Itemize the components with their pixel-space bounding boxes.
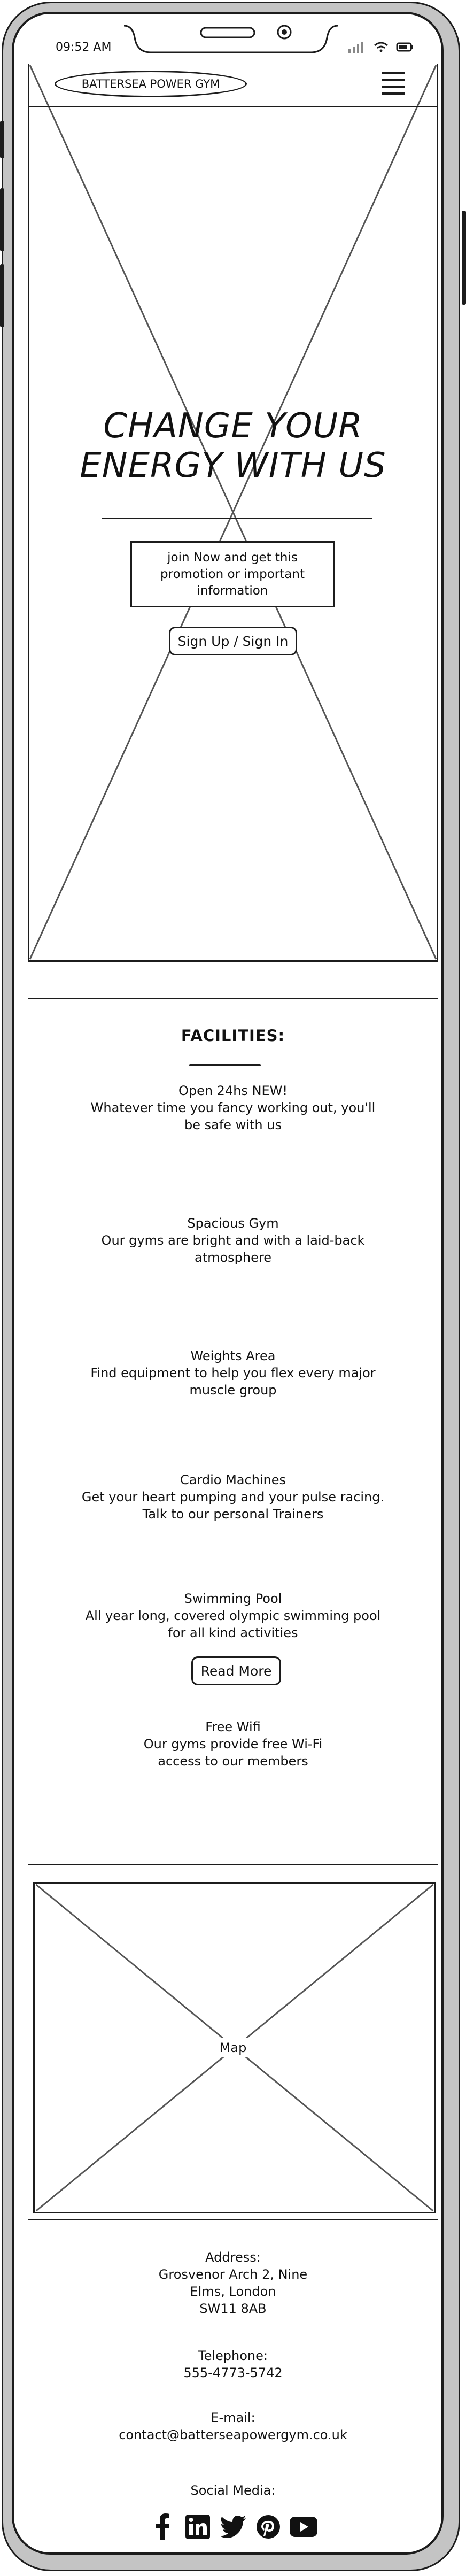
telephone-label: Telephone: xyxy=(198,2348,268,2363)
section-divider xyxy=(28,1864,438,1865)
status-time: 09:52 AM xyxy=(56,41,112,54)
facility-description: muscle group xyxy=(189,1383,277,1398)
facility-description: Whatever time you fancy working out, you… xyxy=(90,1100,376,1115)
social-media-label: Social Media: xyxy=(190,2483,276,2498)
section-divider xyxy=(28,2219,438,2220)
facilities-title-underline xyxy=(189,1064,261,1066)
footer-email: E-mail: contact@batterseapowergym.co.uk xyxy=(28,2409,438,2443)
facility-description: for all kind activities xyxy=(168,1625,298,1640)
email-link[interactable]: contact@batterseapowergym.co.uk xyxy=(28,2426,438,2443)
hero-image-placeholder xyxy=(28,64,438,961)
signal-icon xyxy=(348,42,363,53)
hero-title-underline xyxy=(102,518,372,519)
facility-description: All year long, covered olympic swimming … xyxy=(85,1608,381,1623)
facility-description: Our gyms provide free Wi-Fi xyxy=(143,1737,323,1752)
address-line: SW11 8AB xyxy=(199,2301,267,2316)
facility-description: atmosphere xyxy=(195,1250,271,1265)
telephone-number[interactable]: 555-4773-5742 xyxy=(28,2364,438,2381)
facility-title: Cardio Machines xyxy=(180,1472,286,1487)
read-more-button[interactable]: Read More xyxy=(191,1656,281,1685)
hero-title-line-2: ENERGY WITH US xyxy=(80,446,386,485)
facility-item: Free Wifi Our gyms provide free Wi-Fi ac… xyxy=(28,1718,438,1770)
facility-description: access to our members xyxy=(158,1754,308,1769)
facility-item: Swimming Pool All year long, covered oly… xyxy=(28,1590,438,1641)
sign-up-sign-in-button[interactable]: Sign Up / Sign In xyxy=(169,627,297,655)
hero-title: CHANGE YOUR ENERGY WITH US xyxy=(28,406,438,485)
linkedin-icon[interactable] xyxy=(184,2513,212,2541)
footer-telephone: Telephone: 555-4773-5742 xyxy=(28,2347,438,2381)
logo-text: BATTERSEA POWER GYM xyxy=(81,78,220,90)
status-icons xyxy=(347,40,414,53)
promo-box: join Now and get this promotion or impor… xyxy=(130,541,335,607)
facebook-icon[interactable] xyxy=(149,2513,176,2541)
header-divider xyxy=(28,106,438,107)
facility-title: Spacious Gym xyxy=(187,1216,279,1231)
youtube-icon[interactable] xyxy=(290,2513,317,2541)
section-divider xyxy=(28,998,438,999)
facility-title: Open 24hs NEW! xyxy=(178,1083,288,1098)
phone-side-button xyxy=(0,121,4,158)
phone-side-button xyxy=(0,264,4,327)
battery-icon xyxy=(396,42,413,51)
address-label: Address: xyxy=(205,2250,261,2265)
facility-description: Get your heart pumping and your pulse ra… xyxy=(81,1490,385,1505)
facility-description: Find equipment to help you flex every ma… xyxy=(90,1366,376,1380)
phone-side-button xyxy=(462,211,466,305)
social-icons xyxy=(147,2513,319,2543)
twitter-icon[interactable] xyxy=(219,2513,247,2541)
facility-item: Weights Area Find equipment to help you … xyxy=(28,1347,438,1399)
facility-description: Our gyms are bright and with a laid-back xyxy=(101,1233,365,1248)
address-line: Grosvenor Arch 2, Nine xyxy=(158,2267,308,2282)
pinterest-icon[interactable] xyxy=(254,2513,282,2541)
facility-item: Spacious Gym Our gyms are bright and wit… xyxy=(28,1215,438,1266)
site-logo[interactable]: BATTERSEA POWER GYM xyxy=(55,71,247,97)
footer-address: Address: Grosvenor Arch 2, Nine Elms, Lo… xyxy=(28,2249,438,2317)
facility-title: Weights Area xyxy=(190,1348,276,1363)
facility-item: Cardio Machines Get your heart pumping a… xyxy=(28,1471,438,1523)
address-line: Elms, London xyxy=(190,2284,276,2299)
footer-social: Social Media: xyxy=(28,2482,438,2499)
promo-text: join Now and get this promotion or impor… xyxy=(160,550,305,598)
hamburger-menu-icon[interactable] xyxy=(382,72,405,95)
facility-title: Swimming Pool xyxy=(184,1591,282,1606)
facility-item: Open 24hs NEW! Whatever time you fancy w… xyxy=(28,1082,438,1133)
map-label: Map xyxy=(214,2038,252,2057)
phone-side-button xyxy=(0,188,4,251)
phone-notch xyxy=(123,25,338,53)
facility-description: be safe with us xyxy=(184,1117,282,1132)
wifi-icon xyxy=(374,42,389,52)
hero-title-line-1: CHANGE YOUR xyxy=(103,406,363,446)
email-label: E-mail: xyxy=(211,2410,255,2425)
hero-bottom-divider xyxy=(28,960,438,962)
facilities-title: FACILITIES: xyxy=(181,1027,285,1045)
facility-title: Free Wifi xyxy=(205,1719,261,1734)
facility-description: Talk to our personal Trainers xyxy=(142,1507,324,1522)
